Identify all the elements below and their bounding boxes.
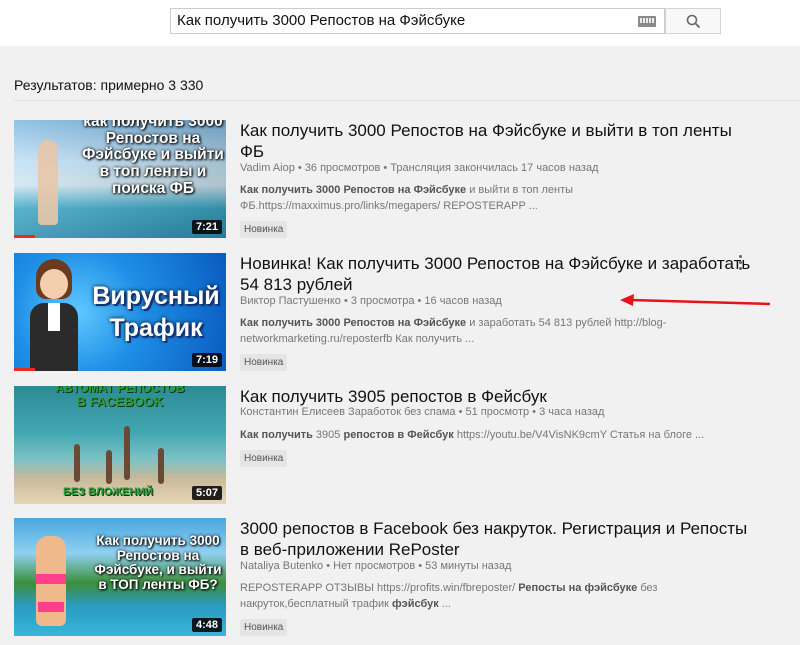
view-count: 36 просмотров <box>304 162 381 174</box>
video-thumbnail[interactable]: Как получить 3000 Репостов на Фэйсбуке, … <box>14 518 226 636</box>
thumbnail-caption: Как получить 3000 Репостов на Фэйсбуке, … <box>94 533 222 592</box>
description-highlight: Как получить 3000 Репостов на Фэйсбуке <box>240 317 467 329</box>
red-arrow-icon <box>620 294 771 306</box>
video-description: Как получить 3000 Репостов на Фэйсбуке и… <box>240 315 740 347</box>
video-duration: 7:19 <box>191 353 222 367</box>
description-text: 3905 <box>312 429 344 441</box>
video-meta: Виктор Пастушенко • 3 просмотра • 16 час… <box>240 295 502 307</box>
keyboard-icon[interactable] <box>638 16 656 27</box>
upload-time: 3 часа назад <box>539 406 605 418</box>
description-text: ... <box>438 598 451 610</box>
thumbnail-caption-bottom: БЕЗ ВЛОЖЕНИЙ <box>62 486 154 498</box>
video-result: Вирусный Трафик 7:19 Новинка! Как получи… <box>14 253 800 373</box>
video-meta: Nataliya Butenko • Нет просмотров • 53 м… <box>240 560 512 572</box>
channel-name[interactable]: Nataliya Butenko <box>240 560 323 572</box>
thumbnail-caption-line-2: Трафик <box>109 314 203 342</box>
view-count: Нет просмотров <box>333 560 416 572</box>
video-thumbnail[interactable]: АВТОМАТ РЕПОСТОВ В FACEBOOK БЕЗ ВЛОЖЕНИЙ… <box>14 386 226 504</box>
description-highlight: Как получить <box>240 429 313 441</box>
channel-name[interactable]: Виктор Пастушенко <box>240 295 341 307</box>
thumbnail-caption-line-1: Вирусный <box>92 282 220 310</box>
new-badge: Новинка <box>240 221 288 238</box>
search-icon <box>686 14 701 29</box>
thumbnail-caption-middle: В FACEBOOK <box>76 394 164 409</box>
video-title[interactable]: Как получить 3905 репостов в Фейсбук <box>240 386 760 407</box>
video-result: как получить 3000 Репостов на Фэйсбуке и… <box>14 120 800 240</box>
description-text: https://youtu.be/V4VisNK9cmY Статья на б… <box>453 429 705 441</box>
description-highlight: репостов в Фейсбук <box>343 429 454 441</box>
video-description: Как получить 3000 Репостов на Фэйсбуке и… <box>240 182 740 214</box>
watch-progress-bar <box>14 235 36 238</box>
upload-time: Трансляция закончилась 17 часов назад <box>390 162 599 174</box>
search-button[interactable] <box>665 8 721 34</box>
video-duration: 4:48 <box>191 618 222 632</box>
video-title[interactable]: 3000 репостов в Facebook без накруток. Р… <box>240 518 760 560</box>
divider <box>14 100 800 101</box>
new-badge: Новинка <box>240 354 288 371</box>
channel-name[interactable]: Константин Елисеев Заработок без спама <box>240 406 456 418</box>
video-meta: Константин Елисеев Заработок без спама •… <box>240 406 605 418</box>
video-result: Как получить 3000 Репостов на Фэйсбуке, … <box>14 518 800 638</box>
video-result: АВТОМАТ РЕПОСТОВ В FACEBOOK БЕЗ ВЛОЖЕНИЙ… <box>14 386 800 506</box>
new-badge: Новинка <box>240 619 288 636</box>
masthead <box>0 0 800 46</box>
thumbnail-caption: как получить 3000 Репостов на Фэйсбуке и… <box>82 120 224 197</box>
view-count: 3 просмотра <box>350 295 415 307</box>
channel-name[interactable]: Vadim Aiop <box>240 162 295 174</box>
search-box[interactable] <box>170 8 665 34</box>
description-highlight: фэйсбук <box>392 598 439 610</box>
video-description: REPOSTERAPP ОТЗЫВЫ https://profits.win/f… <box>240 580 740 612</box>
results-count: Результатов: примерно 3 330 <box>14 77 204 93</box>
new-badge: Новинка <box>240 450 288 467</box>
more-vert-icon[interactable] <box>736 255 744 271</box>
description-highlight: Как получить 3000 Репостов на Фэйсбуке <box>240 184 467 196</box>
video-duration: 7:21 <box>191 220 222 234</box>
video-description: Как получить 3905 репостов в Фейсбук htt… <box>240 427 760 443</box>
search-input[interactable] <box>177 9 632 33</box>
watch-progress-bar <box>14 368 36 371</box>
upload-time: 53 минуты назад <box>425 560 512 572</box>
video-thumbnail[interactable]: как получить 3000 Репостов на Фэйсбуке и… <box>14 120 226 238</box>
video-title[interactable]: Как получить 3000 Репостов на Фэйсбуке и… <box>240 120 760 162</box>
video-title[interactable]: Новинка! Как получить 3000 Репостов на Ф… <box>240 253 760 295</box>
video-thumbnail[interactable]: Вирусный Трафик 7:19 <box>14 253 226 371</box>
view-count: 51 просмотр <box>465 406 530 418</box>
description-text: REPOSTERAPP ОТЗЫВЫ https://profits.win/f… <box>240 582 519 594</box>
video-meta: Vadim Aiop • 36 просмотров • Трансляция … <box>240 162 599 174</box>
description-highlight: Репосты на фэйсбуке <box>518 582 638 594</box>
upload-time: 16 часов назад <box>424 295 502 307</box>
video-duration: 5:07 <box>191 486 222 500</box>
